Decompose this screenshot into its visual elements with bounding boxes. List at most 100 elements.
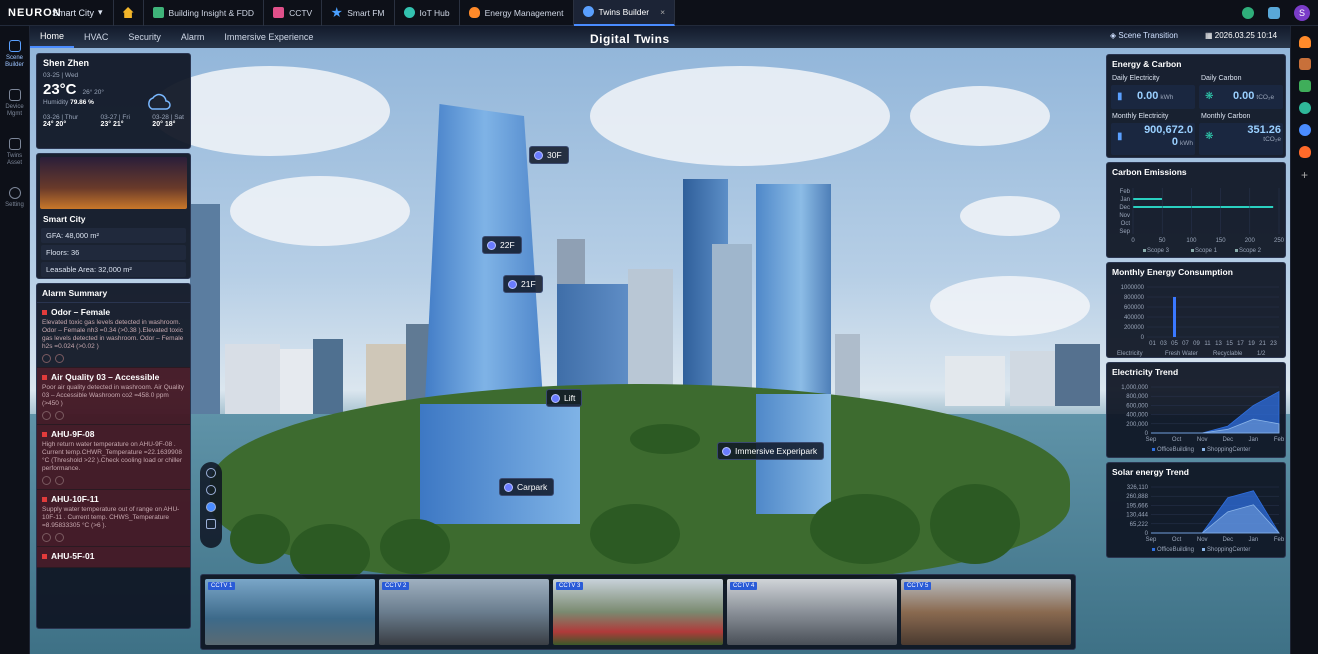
- home-tab[interactable]: [114, 0, 144, 26]
- gfa-row: GFA: 48,000 m²: [41, 228, 186, 243]
- forecast-temp: 20° 18°: [152, 121, 176, 128]
- x-tick-label: 50: [1159, 238, 1166, 244]
- cctv-feed[interactable]: CCTV 5: [901, 579, 1071, 645]
- chevron-down-icon: ▾: [98, 7, 103, 17]
- layout-icon[interactable]: [1268, 6, 1280, 19]
- tab-twins-builder[interactable]: Twins Builder ×: [573, 0, 676, 26]
- floor-tag-22f[interactable]: 22F: [482, 236, 522, 254]
- subnav-home[interactable]: Home: [30, 26, 75, 48]
- subnav-security[interactable]: Security: [118, 26, 171, 48]
- tab-smart-fm[interactable]: Smart FM: [322, 0, 395, 26]
- lift-tag[interactable]: Lift: [546, 389, 583, 407]
- chart-title: Electricity Trend: [1112, 367, 1179, 377]
- y-tick-label: 400000: [1124, 315, 1145, 321]
- acknowledge-icon[interactable]: [42, 354, 51, 363]
- tab-energy-management[interactable]: Energy Management: [460, 0, 574, 26]
- forecast-date: 03-27 | Fri: [100, 114, 130, 121]
- acknowledge-icon[interactable]: [42, 411, 51, 420]
- project-dropdown[interactable]: Smart City ▾: [48, 0, 114, 26]
- history-icon[interactable]: [55, 354, 64, 363]
- bell-icon[interactable]: [1298, 36, 1311, 48]
- cctv-feed[interactable]: CCTV 1: [205, 579, 375, 645]
- tab-iot-hub[interactable]: IoT Hub: [395, 0, 460, 26]
- monthly-electricity-value: 900,672.0 0 kWh: [1129, 124, 1193, 148]
- alarm-name: AHU-9F-08: [42, 429, 185, 439]
- digital-twin-scene[interactable]: [30, 26, 1290, 654]
- alarm-item[interactable]: AHU-10F-11 Supply water temperature out o…: [37, 490, 190, 547]
- alarm-item[interactable]: Odor – Female Elevated toxic gas levels d…: [37, 303, 190, 368]
- close-icon[interactable]: ×: [660, 7, 665, 17]
- x-tick-label: 13: [1215, 341, 1222, 347]
- datetime-text: 2026.03.25 10:14: [1214, 31, 1278, 40]
- history-icon[interactable]: [55, 411, 64, 420]
- building-icon[interactable]: [1298, 58, 1311, 70]
- x-tick-label: Feb: [1274, 537, 1285, 543]
- y-tick-label: 260,888: [1126, 494, 1148, 500]
- y-tick-label: Nov: [1119, 213, 1130, 219]
- y-tick-label: Jan: [1120, 197, 1130, 203]
- tab-building-insight[interactable]: Building Insight & FDD: [144, 0, 265, 26]
- layers-icon[interactable]: [206, 519, 216, 529]
- forecast-date: 03-26 | Thur: [43, 114, 79, 121]
- subnav-hvac[interactable]: HVAC: [74, 26, 118, 48]
- home-icon: [122, 7, 134, 18]
- alarm-item[interactable]: Air Quality 03 – Accessible Poor air qual…: [37, 368, 190, 425]
- monthly-energy-chart: 1000000 800000 600000 400000 200000 0 01 03 05 07…: [1117, 285, 1279, 357]
- floor-tag-30f[interactable]: 30F: [529, 146, 569, 164]
- subnav-alarm[interactable]: Alarm: [171, 26, 215, 48]
- settings-icon[interactable]: [1242, 6, 1254, 19]
- floor-tag-21f[interactable]: 21F: [503, 275, 543, 293]
- avatar[interactable]: S: [1294, 4, 1310, 21]
- subnav-immersive[interactable]: Immersive Experience: [214, 26, 323, 48]
- rail-device-mgmt[interactable]: Device Mgmt: [0, 75, 29, 124]
- acknowledge-icon[interactable]: [42, 533, 51, 542]
- alarm-item[interactable]: AHU-5F-01: [37, 547, 190, 568]
- tab-cctv[interactable]: CCTV: [264, 0, 323, 26]
- x-tick-label: 150: [1216, 238, 1227, 244]
- cctv-label: CCTV 2: [382, 582, 410, 590]
- chart-title: Solar energy Trend: [1112, 467, 1189, 477]
- flame-icon[interactable]: [1298, 146, 1311, 158]
- history-icon[interactable]: [55, 476, 64, 485]
- x-tick-label: 03: [1160, 341, 1167, 347]
- monthly-carbon-value: 351.26 tCO₂e: [1219, 124, 1281, 143]
- add-icon[interactable]: +: [1301, 168, 1308, 182]
- leaf-icon[interactable]: [1298, 102, 1311, 114]
- x-tick-label: Jan: [1249, 437, 1259, 443]
- rail-scene-builder[interactable]: Scene Builder: [0, 26, 29, 75]
- tab-label: IoT Hub: [419, 7, 450, 18]
- device-icon: [8, 89, 21, 101]
- cloud: [910, 86, 1050, 146]
- zoom-icon[interactable]: [206, 468, 216, 478]
- immersive-tag[interactable]: Immersive Experipark: [717, 442, 825, 460]
- cctv-feed[interactable]: CCTV 2: [379, 579, 549, 645]
- acknowledge-icon[interactable]: [42, 476, 51, 485]
- cctv-feed[interactable]: CCTV 4: [727, 579, 897, 645]
- carpark-tag[interactable]: Carpark: [499, 478, 555, 496]
- globe-icon[interactable]: [1298, 124, 1311, 136]
- rail-twins-asset[interactable]: Twins Asset: [0, 124, 29, 173]
- legend-swatch: [1191, 249, 1194, 252]
- tower-base: [420, 404, 580, 524]
- legend-entry: Scope 1: [1195, 248, 1218, 254]
- tree: [230, 514, 290, 564]
- building: [945, 356, 1005, 406]
- alarm-item[interactable]: AHU-9F-08 High return water temperature o…: [37, 425, 190, 490]
- cctv-feed[interactable]: CCTV 3: [553, 579, 723, 645]
- alarm-name: Air Quality 03 – Accessible: [42, 372, 185, 382]
- tree-icon[interactable]: [1298, 80, 1311, 92]
- x-tick-label: Feb: [1274, 437, 1285, 443]
- scene-transition-button[interactable]: ◈ Scene Transition: [1110, 31, 1178, 40]
- x-tick-label: Sep: [1146, 537, 1157, 543]
- tree: [930, 484, 1020, 564]
- x-tick-label: Nov: [1197, 537, 1208, 543]
- history-icon[interactable]: [55, 533, 64, 542]
- legend-entry: OfficeBuilding: [1157, 447, 1194, 453]
- alarm-name: AHU-10F-11: [42, 494, 185, 504]
- monthly-carbon-label: Monthly Carbon: [1201, 113, 1251, 120]
- reset-view-icon[interactable]: [206, 502, 216, 512]
- rotate-icon[interactable]: [206, 485, 216, 495]
- energy-title: Energy & Carbon: [1112, 59, 1182, 69]
- alarm-name: AHU-5F-01: [42, 551, 185, 561]
- rail-setting[interactable]: Setting: [0, 173, 29, 215]
